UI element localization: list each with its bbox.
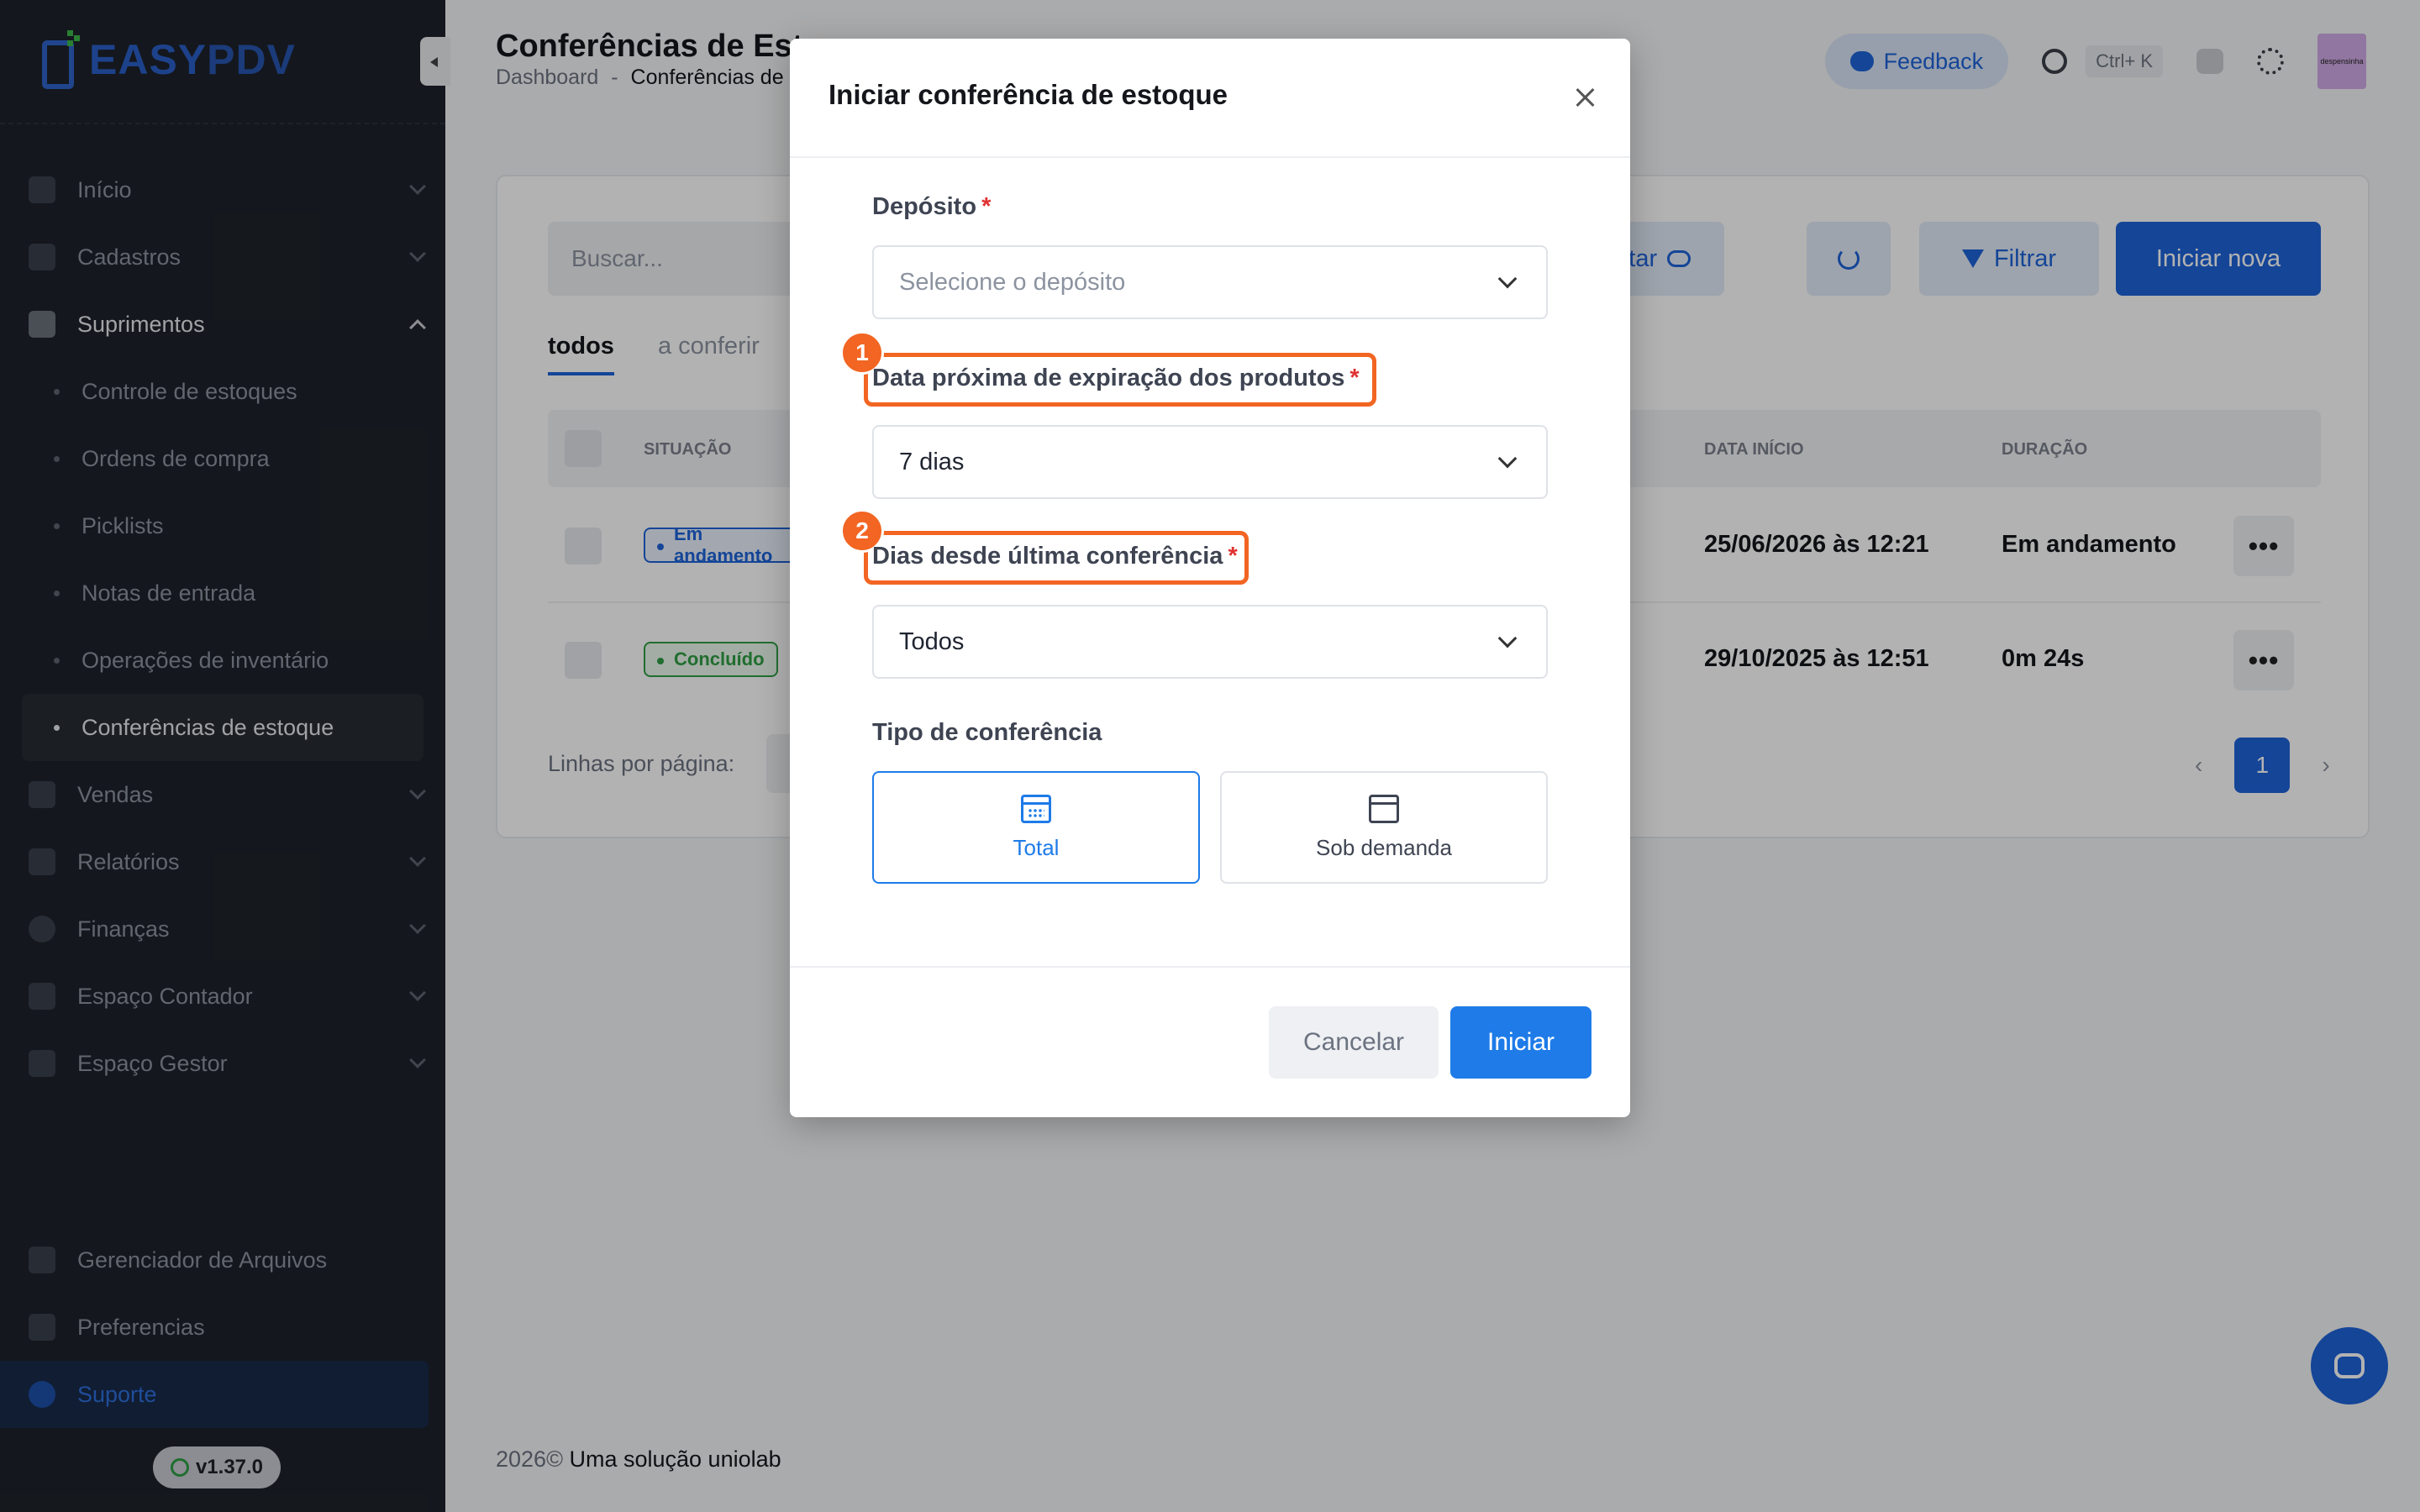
type-demand-label: Sob demanda (1316, 834, 1452, 860)
since-value: Todos (899, 627, 965, 655)
chevron-down-icon (1497, 449, 1518, 469)
expiry-select[interactable]: 7 dias (872, 425, 1548, 499)
type-label-text: Tipo de conferência (872, 719, 1102, 746)
modal-title: Iniciar conferência de estoque (829, 79, 1228, 110)
cancel-label: Cancelar (1302, 1028, 1405, 1056)
step-badge-text: 2 (855, 517, 869, 543)
deposit-placeholder: Selecione o depósito (899, 268, 1126, 296)
expiry-label: Data próxima de expiração dos produtos * (872, 365, 1360, 392)
since-label: Dias desde última conferência * (872, 543, 1238, 570)
calendar-icon (1021, 794, 1051, 823)
step-badge-text: 1 (855, 339, 869, 365)
cancel-button[interactable]: Cancelar (1269, 1006, 1439, 1079)
expiry-label-text: Data próxima de expiração dos produtos (872, 365, 1345, 391)
required-mark: * (1228, 543, 1238, 570)
deposit-label-text: Depósito (872, 193, 977, 220)
since-label-text: Dias desde última conferência (872, 543, 1223, 570)
type-total-label: Total (1013, 834, 1060, 860)
type-label: Tipo de conferência (872, 719, 1102, 747)
since-select[interactable]: Todos (872, 605, 1548, 679)
calendar-blank-icon (1369, 794, 1399, 823)
close-icon[interactable] (1570, 82, 1600, 113)
chevron-down-icon (1497, 269, 1518, 289)
deposit-select[interactable]: Selecione o depósito (872, 245, 1548, 319)
deposit-label: Depósito * (872, 193, 991, 221)
start-button[interactable]: Iniciar (1450, 1006, 1591, 1079)
modal-footer: Cancelar Iniciar (790, 966, 1630, 1117)
chevron-down-icon (1497, 628, 1518, 648)
start-label: Iniciar (1486, 1028, 1555, 1056)
required-mark: * (981, 193, 992, 220)
type-demand-option[interactable]: Sob demanda (1220, 771, 1548, 884)
type-total-option[interactable]: Total (872, 771, 1200, 884)
required-mark: * (1349, 365, 1360, 391)
modal-header: Iniciar conferência de estoque (790, 39, 1630, 158)
start-conference-modal: Iniciar conferência de estoque Depósito *… (790, 39, 1630, 1117)
expiry-value: 7 dias (899, 448, 965, 475)
